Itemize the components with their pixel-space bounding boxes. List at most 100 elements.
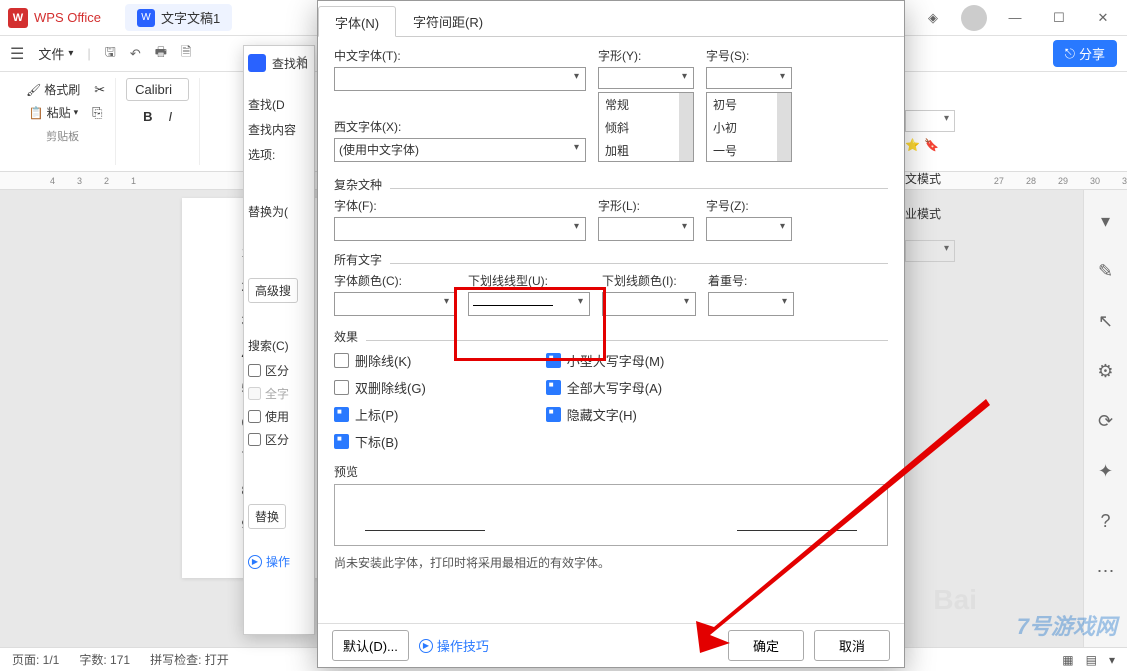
size-input[interactable] [706,67,792,89]
chk-strike[interactable]: 删除线(K) [334,351,426,370]
replace-button[interactable]: 替换 [248,504,286,529]
underline-style-combo[interactable] [468,292,590,316]
tab-font[interactable]: 字体(N) [318,6,396,37]
play-icon: ▶ [419,639,433,653]
minimize-icon[interactable]: — [999,2,1031,34]
find-content-label: 查找内容 [248,121,310,138]
modes-panel: ⭐🔖 文模式 业模式 [905,110,955,268]
chk-use[interactable]: 使用 [248,408,310,425]
style-listbox[interactable]: 常规 倾斜 加粗 [598,92,694,162]
cn-font-combo[interactable] [334,67,586,91]
cube-icon[interactable]: ◈ [917,2,949,34]
western-font-combo[interactable]: (使用中文字体) [334,138,586,162]
word-count[interactable]: 字数: 171 [79,651,130,668]
chk-case[interactable]: 区分 [248,362,310,379]
pencil-icon[interactable]: ✎ [1095,260,1117,282]
more-icon[interactable]: ⋯ [1095,560,1117,582]
alltext-section-label: 所有文字 [334,251,382,268]
print-icon[interactable]: 🖶 [155,43,167,65]
size-label: 字号(S): [706,47,792,64]
cursor-icon[interactable]: ↖ [1095,310,1117,332]
ok-button[interactable]: 确定 [728,630,804,661]
document-tab[interactable]: W 文字文稿1 [125,4,232,31]
share-button[interactable]: ⎋ 分享 [1053,40,1117,67]
preview-note: 尚未安装此字体，打印时将采用最相近的有效字体。 [334,554,888,571]
file-menu[interactable]: 文件▾ [38,44,73,63]
format-brush-button[interactable]: 🖌格式刷 [20,78,86,101]
chevron-down-icon[interactable]: ▾ [1109,653,1115,667]
undo-icon[interactable]: ↶ [130,46,141,62]
maximize-icon[interactable]: ☐ [1043,2,1075,34]
bookmark-icon[interactable]: 🔖 [924,138,939,152]
user-avatar[interactable] [961,5,987,31]
biz-mode-label[interactable]: 业模式 [905,205,955,222]
font-dialog: 字体(N) 字符间距(R) 中文字体(T): 字形(Y): 常规 倾斜 加粗 字… [317,0,905,668]
emphasis-label: 着重号: [708,272,794,289]
chk-hidden[interactable]: 隐藏文字(H) [546,405,665,424]
chk-dstrike[interactable]: 双删除线(G) [334,378,426,397]
page-status[interactable]: 页面: 1/1 [12,651,59,668]
watermark-site: 7号游戏网 [1017,609,1117,641]
tab-spacing[interactable]: 字符间距(R) [396,5,500,36]
chk-sub[interactable]: 下标(B) [334,432,426,451]
search-label: 搜索(C) [248,337,310,354]
underline-color-label: 下划线颜色(I): [602,272,696,289]
app-name: WPS Office [34,10,101,25]
cancel-button[interactable]: 取消 [814,630,890,661]
mode-combo-1[interactable] [905,110,955,132]
copy-icon[interactable]: ⎘ [92,105,102,121]
chk-smallcaps[interactable]: 小型大写字母(M) [546,351,665,370]
cut-icon[interactable]: ✂ [94,82,105,98]
underline-style-label: 下划线线型(U): [468,272,590,289]
right-side-panel: ▾ ✎ ↖ ⚙ ⟳ ✦ ? ⋯ [1083,190,1127,647]
play-icon: ▶ [248,555,262,569]
refresh-icon[interactable]: ⟳ [1095,410,1117,432]
tips-link[interactable]: ▶操作技巧 [419,636,489,655]
mode-combo-2[interactable] [905,240,955,262]
help-icon[interactable]: ? [1095,510,1117,532]
italic-button[interactable]: I [168,109,172,124]
spellcheck-status[interactable]: 拼写检查: 打开 [150,651,229,668]
oper-link[interactable]: ▶操作 [248,553,310,570]
complex-style-combo[interactable] [598,217,694,241]
dropdown-icon[interactable]: ▾ [1095,210,1117,232]
dialog-tabs: 字体(N) 字符间距(R) [318,5,904,37]
underline-color-combo[interactable] [602,292,696,316]
emphasis-combo[interactable] [708,292,794,316]
close-icon[interactable]: ✕ [296,52,308,69]
advanced-search-button[interactable]: 高级搜 [248,278,298,303]
complex-section-label: 复杂文种 [334,176,382,193]
font-color-label: 字体颜色(C): [334,272,456,289]
chk-case2[interactable]: 区分 [248,431,310,448]
font-name-combo[interactable]: Calibri [126,78,189,101]
complex-size-combo[interactable] [706,217,792,241]
paste-button[interactable]: 📋粘贴▾ [23,101,85,124]
settings-icon[interactable]: ⚙ [1095,360,1117,382]
find-options-label: 选项: [248,146,310,163]
doc-icon [248,54,266,72]
app-logo-icon: W [8,8,28,28]
layout-icon[interactable]: ▦ [1062,653,1073,667]
save-icon[interactable]: 🖫 [105,43,116,65]
style-input[interactable] [598,67,694,89]
close-icon[interactable]: ✕ [1087,2,1119,34]
size-listbox[interactable]: 初号 小初 一号 [706,92,792,162]
hamburger-icon[interactable]: ☰ [10,44,24,64]
default-button[interactable]: 默认(D)... [332,630,409,661]
scrollbar[interactable] [679,93,693,161]
scrollbar[interactable] [777,93,791,161]
sparkle-icon[interactable]: ✦ [1095,460,1117,482]
reading-icon[interactable]: ▤ [1086,653,1097,667]
complex-size-label: 字号(Z): [706,197,792,214]
font-color-combo[interactable] [334,292,456,316]
preview-icon[interactable]: 🗎 [181,43,191,65]
tab-find[interactable]: 查找(D [248,96,310,113]
dialog-footer: 默认(D)... ▶操作技巧 确定 取消 [318,623,904,667]
bold-button[interactable]: B [143,109,152,124]
chk-allcaps[interactable]: 全部大写字母(A) [546,378,665,397]
text-mode-label[interactable]: 文模式 [905,170,955,187]
complex-font-combo[interactable] [334,217,586,241]
chk-super[interactable]: 上标(P) [334,405,426,424]
doc-tab-label: 文字文稿1 [161,8,220,27]
chk-whole[interactable]: 全字 [248,385,310,402]
